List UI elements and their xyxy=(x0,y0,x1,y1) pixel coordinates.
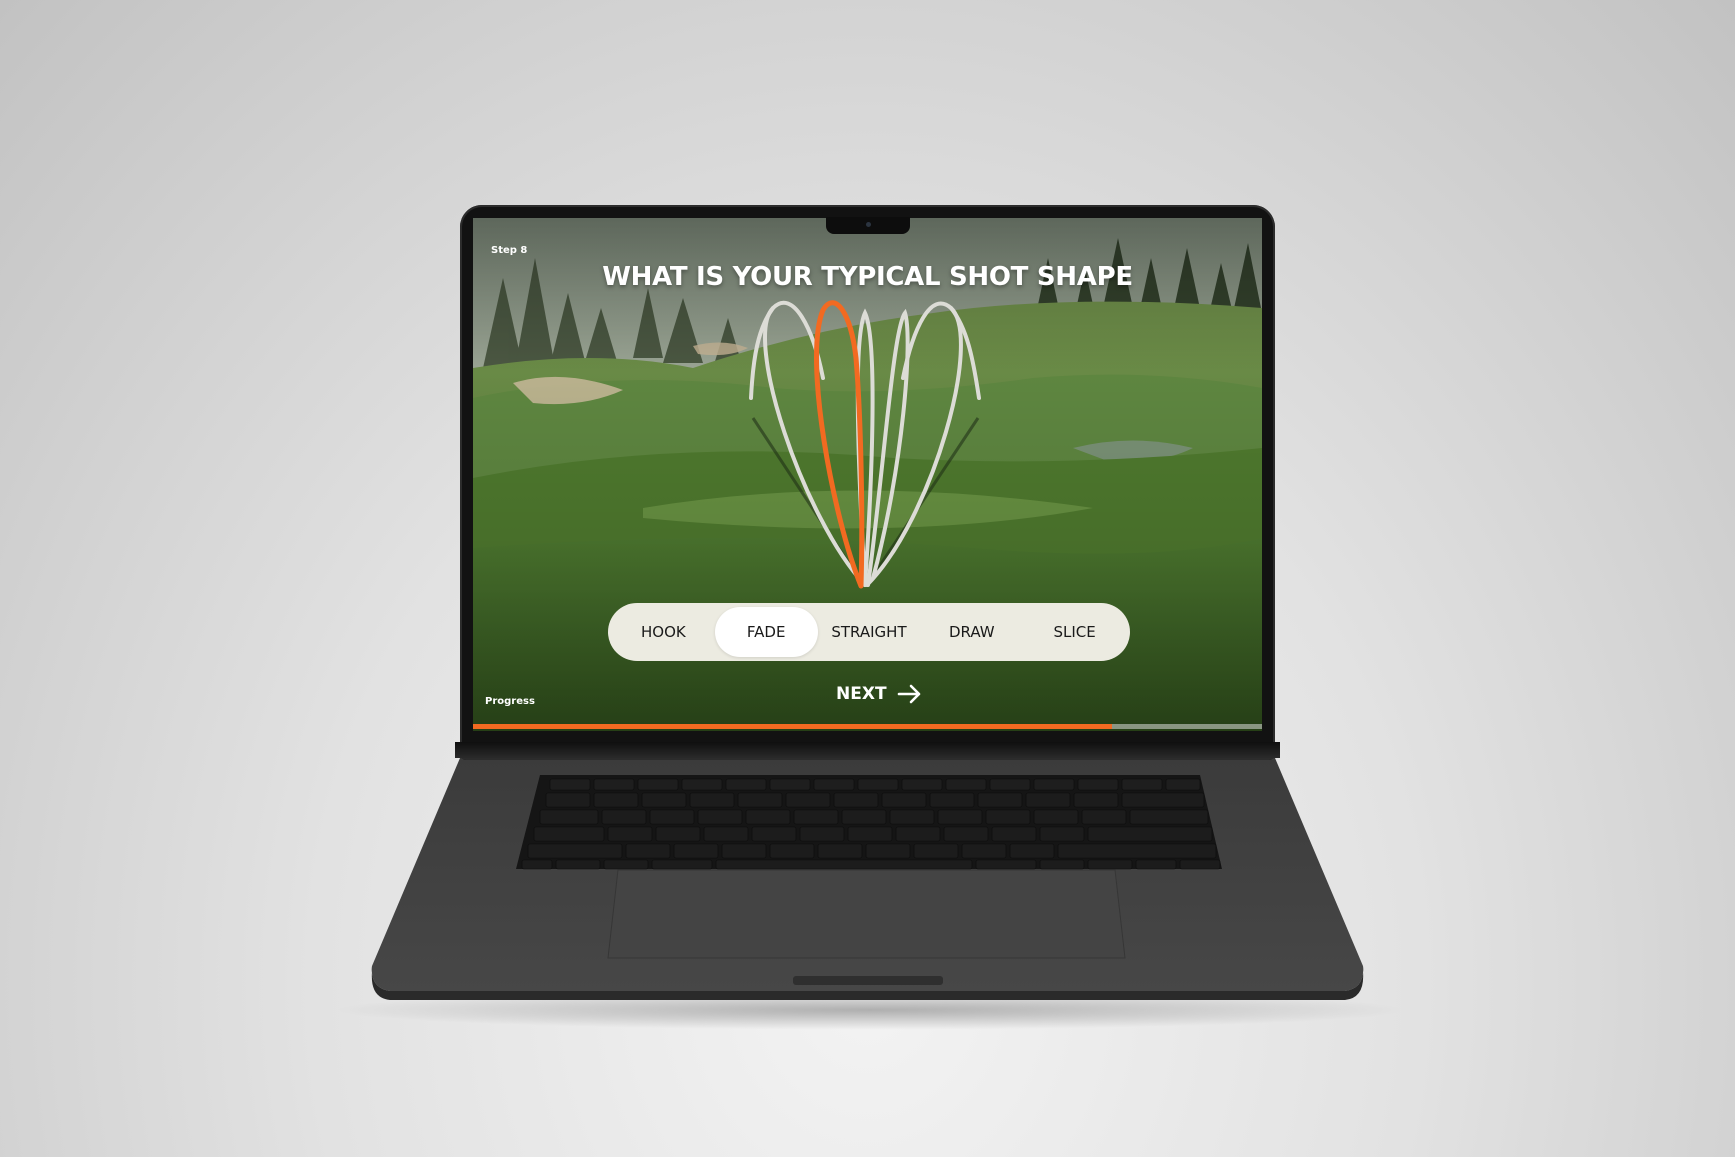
fade-trajectory xyxy=(814,300,865,589)
page-title: WHAT IS YOUR TYPICAL SHOT SHAPE xyxy=(602,262,1133,292)
progress-bar xyxy=(473,724,1262,729)
option-draw[interactable]: DRAW xyxy=(920,607,1023,657)
shot-shape-selector: HOOK FADE STRAIGHT DRAW SLICE xyxy=(608,603,1130,661)
app-screen: Step 8 WHAT IS YOUR TYPICAL SHOT SHAPE H… xyxy=(473,218,1262,731)
next-label: NEXT xyxy=(836,684,887,704)
option-slice[interactable]: SLICE xyxy=(1023,607,1126,657)
option-fade[interactable]: FADE xyxy=(714,607,818,657)
progress-label: Progress xyxy=(485,696,535,707)
next-button[interactable]: NEXT xyxy=(836,684,923,704)
option-straight[interactable]: STRAIGHT xyxy=(818,607,921,657)
laptop-mockup: Step 8 WHAT IS YOUR TYPICAL SHOT SHAPE H… xyxy=(0,0,1735,1157)
option-hook[interactable]: HOOK xyxy=(612,607,715,657)
laptop-hinge xyxy=(455,742,1280,758)
arrow-right-icon xyxy=(897,684,920,704)
draw-trajectory xyxy=(866,308,910,587)
progress-fill xyxy=(473,724,1113,729)
keyboard xyxy=(516,775,1222,870)
camera-icon xyxy=(866,222,871,227)
step-indicator: Step 8 xyxy=(491,245,528,256)
